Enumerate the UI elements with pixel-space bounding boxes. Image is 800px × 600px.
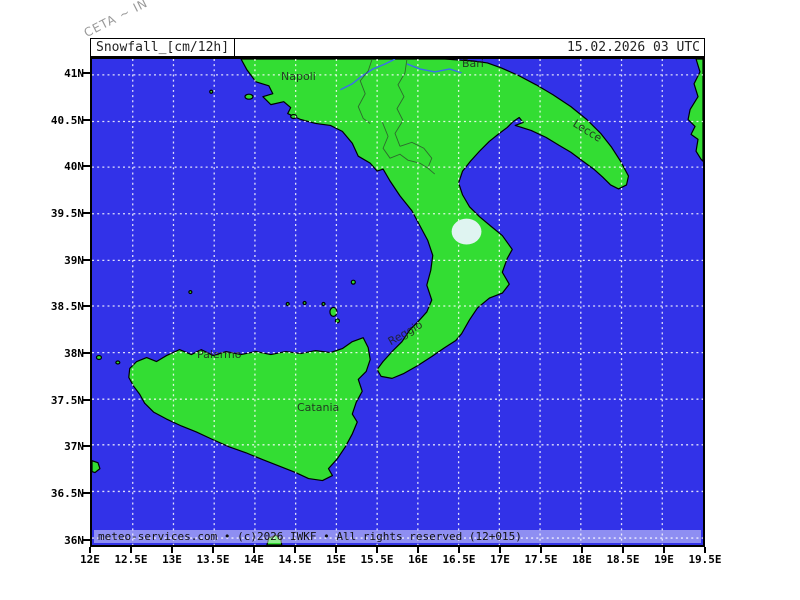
lat-label-37N: 37N xyxy=(64,440,84,453)
egadi-island-1 xyxy=(95,354,103,361)
corner-watermark: CETA ~ IN xyxy=(81,0,151,40)
lon-tick-16E xyxy=(417,547,419,553)
lon-tick-17E xyxy=(499,547,501,553)
lon-tick-14E xyxy=(253,547,255,553)
map-svg xyxy=(92,59,703,545)
lat-label-39N: 39N xyxy=(64,254,84,267)
lat-label-40N: 40N xyxy=(64,160,84,173)
lat-label-36.5N: 36.5N xyxy=(50,487,84,500)
weather-map-page: CETA ~ IN Snowfall_[cm/12h] 15.02.2026 0… xyxy=(0,0,800,600)
map-header-bar: Snowfall_[cm/12h] 15.02.2026 03 UTC xyxy=(90,38,705,57)
lon-tick-15.5E xyxy=(376,547,378,553)
city-label-napoli: Napoli xyxy=(281,70,316,83)
city-label-palermo: Palermo xyxy=(197,348,242,361)
stromboli-island xyxy=(350,279,356,285)
ponza-island xyxy=(209,89,214,94)
lon-tick-19E xyxy=(663,547,665,553)
map-canvas: meteo-services.com • (c)2026 IWKF • All … xyxy=(90,57,705,547)
lat-label-39.5N: 39.5N xyxy=(50,207,84,220)
lat-tick-39N xyxy=(83,259,90,261)
map-title: Snowfall_[cm/12h] xyxy=(91,39,236,56)
snowfall-patch xyxy=(451,218,482,245)
lat-label-36N: 36N xyxy=(64,534,84,547)
lat-tick-40N xyxy=(83,165,90,167)
city-label-catania: Catania xyxy=(297,401,340,414)
lat-tick-38.5N xyxy=(83,305,90,307)
lat-tick-38N xyxy=(83,352,90,354)
ischia-island xyxy=(244,93,254,100)
lon-tick-18E xyxy=(581,547,583,553)
lon-tick-17.5E xyxy=(540,547,542,553)
lat-tick-36N xyxy=(83,539,90,541)
ustica-island xyxy=(188,289,193,295)
lat-label-38.5N: 38.5N xyxy=(50,300,84,313)
map-valid-datetime: 15.02.2026 03 UTC xyxy=(566,40,700,55)
aeolian-island-3 xyxy=(285,301,290,307)
lon-tick-18.5E xyxy=(622,547,624,553)
lon-tick-19.5E xyxy=(704,547,706,553)
lat-label-37.5N: 37.5N xyxy=(50,394,84,407)
city-label-bari: Bari xyxy=(462,57,484,70)
lat-tick-40.5N xyxy=(83,119,90,121)
lon-tick-12E xyxy=(89,547,91,553)
lon-tick-12.5E xyxy=(130,547,132,553)
lat-tick-37N xyxy=(83,445,90,447)
lat-tick-41N xyxy=(83,72,90,74)
egadi-island-2 xyxy=(115,360,121,365)
lon-tick-13.5E xyxy=(212,547,214,553)
lat-tick-36.5N xyxy=(83,492,90,494)
lat-tick-39.5N xyxy=(83,212,90,214)
lat-label-41N: 41N xyxy=(64,67,84,80)
aeolian-island-1 xyxy=(321,301,326,307)
lat-label-40.5N: 40.5N xyxy=(50,114,84,127)
lon-tick-16.5E xyxy=(458,547,460,553)
aeolian-island-2 xyxy=(302,300,307,306)
lon-tick-13E xyxy=(171,547,173,553)
lat-label-38N: 38N xyxy=(64,347,84,360)
credit-bar: meteo-services.com • (c)2026 IWKF • All … xyxy=(94,530,701,543)
lon-label-19.5E: 19.5E xyxy=(688,553,722,566)
lat-tick-37.5N xyxy=(83,399,90,401)
lon-tick-15E xyxy=(335,547,337,553)
lon-tick-14.5E xyxy=(294,547,296,553)
